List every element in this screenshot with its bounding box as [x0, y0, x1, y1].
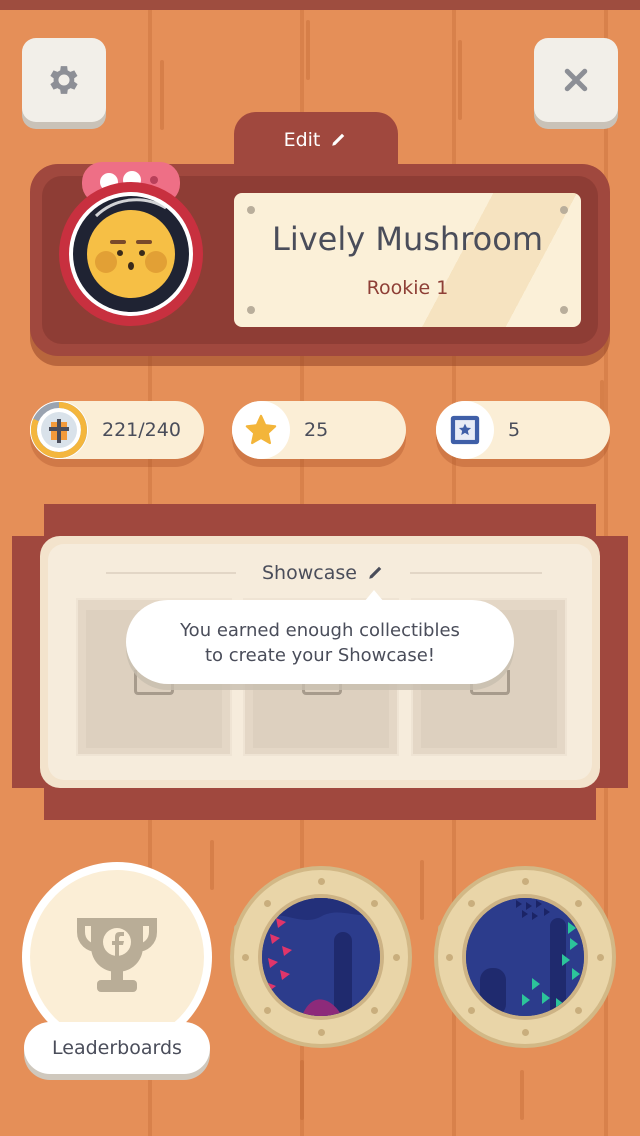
wood-grain	[160, 60, 164, 130]
gear-icon	[50, 66, 78, 94]
porthole-bolt	[318, 878, 325, 885]
frames-value: 5	[508, 419, 521, 441]
rivet	[560, 306, 568, 314]
trophy-facebook-icon	[77, 918, 157, 992]
wood-grain	[306, 20, 310, 80]
wood-grain	[520, 1070, 524, 1120]
player-name: Lively Mushroom	[272, 220, 543, 258]
close-button[interactable]	[534, 38, 618, 122]
close-icon	[564, 68, 588, 92]
name-plate: Lively Mushroom Rookie 1	[234, 193, 581, 327]
frames-stat[interactable]: 5	[436, 401, 610, 459]
porthole-bolt	[371, 900, 378, 907]
porthole-bolt	[264, 900, 271, 907]
porthole-bolt	[597, 954, 604, 961]
star-icon	[232, 401, 290, 459]
tooltip-line-2: to create your Showcase!	[204, 645, 435, 666]
porthole-glass	[262, 898, 380, 1016]
pencil-icon	[369, 566, 382, 579]
porthole-coral-scene[interactable]	[234, 870, 408, 1044]
pencil-icon	[332, 133, 345, 146]
porthole-bolt	[468, 900, 475, 907]
wood-grain	[210, 840, 214, 890]
wood-grain	[300, 1060, 304, 1120]
rivet	[247, 206, 255, 214]
avatar[interactable]	[56, 158, 206, 328]
porthole-kelp-scene[interactable]	[438, 870, 612, 1044]
showcase-title[interactable]: Showcase	[262, 562, 385, 584]
porthole-bolt	[575, 900, 582, 907]
porthole-bolt	[575, 1007, 582, 1014]
collectibles-progress-icon	[30, 401, 88, 459]
porthole-bolt	[522, 878, 529, 885]
divider	[410, 572, 542, 574]
rivet	[560, 206, 568, 214]
porthole-bolt	[318, 1029, 325, 1036]
wood-grain	[458, 40, 462, 120]
picture-frame-icon	[436, 401, 494, 459]
porthole-bolt	[522, 1029, 529, 1036]
player-rank: Rookie 1	[366, 277, 449, 299]
settings-button[interactable]	[22, 38, 106, 122]
showcase-title-text: Showcase	[262, 562, 357, 584]
collectibles-stat[interactable]: 221/240	[30, 401, 204, 459]
collectibles-value: 221/240	[102, 419, 181, 441]
porthole-bolt	[242, 954, 249, 961]
porthole-bolt	[468, 1007, 475, 1014]
divider	[106, 572, 236, 574]
porthole-bolt	[446, 954, 453, 961]
porthole-bolt	[393, 954, 400, 961]
rivet	[247, 306, 255, 314]
leaderboards-button[interactable]	[30, 870, 204, 1044]
stars-stat[interactable]: 25	[232, 401, 406, 459]
leaderboards-label[interactable]: Leaderboards	[24, 1022, 210, 1074]
stars-value: 25	[304, 419, 329, 441]
top-trim	[0, 0, 640, 10]
tooltip-line-1: You earned enough collectibles	[180, 620, 460, 641]
porthole-bolt	[371, 1007, 378, 1014]
porthole-bolt	[264, 1007, 271, 1014]
showcase-tooltip[interactable]: You earned enough collectibles to create…	[126, 600, 514, 684]
porthole-glass	[466, 898, 584, 1016]
edit-label: Edit	[283, 129, 321, 151]
wood-grain	[420, 860, 424, 920]
